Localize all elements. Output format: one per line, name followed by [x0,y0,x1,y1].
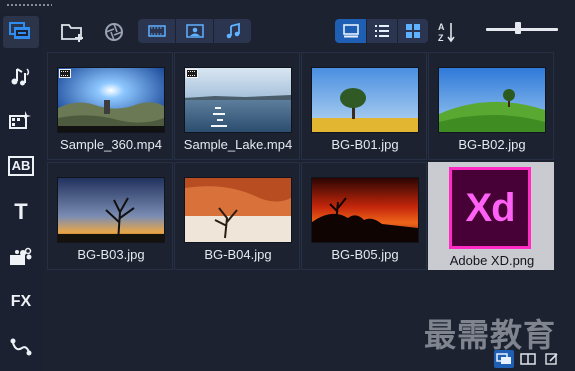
library-panel-icon[interactable] [494,350,514,368]
audio-filter-icon[interactable] [214,19,251,43]
filter-icon[interactable]: FX [3,286,39,318]
svg-text:A: A [438,22,445,32]
title-icon[interactable]: T [3,196,39,228]
folder-add-icon[interactable] [60,19,86,45]
title-label: T [14,199,28,224]
zoom-slider[interactable] [486,28,558,31]
photo-filter-icon[interactable] [176,19,214,43]
media-name: Adobe XD.png [449,253,535,268]
instant-project-icon[interactable] [3,104,39,136]
title-grip [6,4,52,6]
sort-az-icon[interactable]: A Z [436,19,458,45]
media-name: BG-B05.jpg [331,247,399,262]
media-item[interactable]: BG-B04.jpg [174,162,300,270]
media-type-filter [138,19,251,43]
thumbnail [57,177,165,243]
bottom-panel-controls [494,350,562,370]
media-library-icon[interactable] [3,16,39,48]
aperture-icon[interactable] [102,19,126,45]
library-toolbar: A Z [46,14,575,52]
media-name: BG-B04.jpg [204,247,272,262]
thumbnail [438,67,546,133]
template-label: AB [7,156,35,176]
media-name: BG-B03.jpg [77,247,145,262]
media-item[interactable]: BG-B05.jpg [301,162,427,270]
media-name: Sample_360.mp4 [60,137,162,152]
edit-icon[interactable] [542,350,562,368]
thumbnail [57,67,165,133]
media-item[interactable]: BG-B03.jpg [47,162,173,270]
media-name: Sample_Lake.mp4 [183,137,293,152]
thumbnail [184,177,292,243]
thumbnail-view-icon[interactable] [335,19,367,43]
view-mode-toggle [335,19,428,43]
thumbnail [311,67,419,133]
thumbnail [311,177,419,243]
video-filter-icon[interactable] [138,19,176,43]
xd-logo-text: Xd [465,185,515,230]
svg-text:Z: Z [438,33,444,43]
split-view-icon[interactable] [518,350,538,368]
video-badge-icon [186,69,198,78]
media-name: BG-B01.jpg [331,137,399,152]
template-icon[interactable]: AB [3,150,39,182]
adobe-xd-logo: Xd [449,167,531,249]
media-library-grid: Sample_360.mp4 Sample_Lake.mp4 BG-B01.jp… [46,52,575,352]
media-item[interactable]: Sample_360.mp4 [47,52,173,160]
left-sidebar: AB T FX [0,14,42,371]
media-item-selected[interactable]: Xd Adobe XD.png [428,162,554,270]
thumbnail [184,67,292,133]
list-view-icon[interactable] [367,19,398,43]
video-badge-icon [59,69,71,78]
audio-music-icon[interactable] [3,60,39,92]
grid-view-icon[interactable] [398,19,428,43]
filter-label: FX [10,293,32,310]
media-item[interactable]: Sample_Lake.mp4 [174,52,300,160]
media-item[interactable]: BG-B02.jpg [428,52,554,160]
media-name: BG-B02.jpg [458,137,526,152]
transition-icon[interactable] [3,241,39,273]
zoom-slider-thumb[interactable] [515,22,522,34]
media-item[interactable]: BG-B01.jpg [301,52,427,160]
path-motion-icon[interactable] [3,331,39,363]
